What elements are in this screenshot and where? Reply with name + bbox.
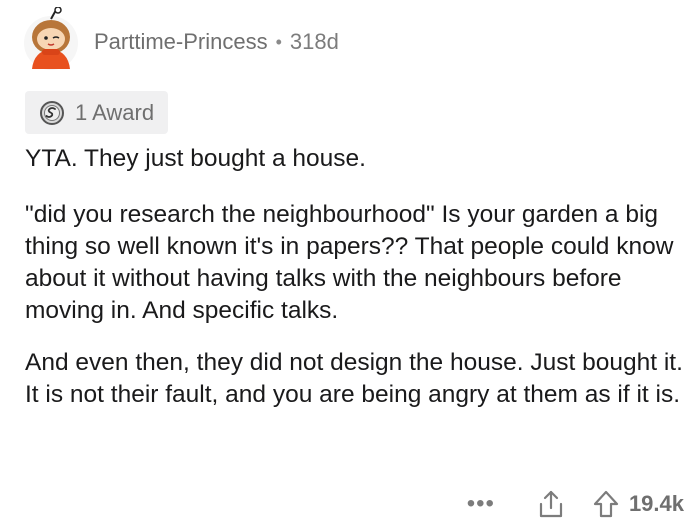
comment-paragraph: And even then, they did not design the h… <box>25 349 683 408</box>
award-badge[interactable]: 1 Award <box>25 91 169 134</box>
comment-paragraph: YTA. They just bought a house. <box>25 145 366 172</box>
comment-age: 318d <box>289 29 339 54</box>
author-line: Parttime-Princess • 318d <box>94 29 339 55</box>
vote-score: 19.4k <box>628 491 684 516</box>
avatar-icon <box>24 6 78 70</box>
comment-header: Parttime-Princess • 318d <box>22 4 339 74</box>
comment-actions: ••• 19.4k <box>467 484 684 524</box>
author-name[interactable]: Parttime-Princess <box>94 29 268 55</box>
upvote-icon[interactable] <box>593 490 619 518</box>
avatar[interactable] <box>22 6 80 71</box>
more-options-icon[interactable]: ••• <box>467 490 495 518</box>
comment-paragraph: "did you research the neighbourhood" Is … <box>25 201 674 324</box>
award-icon <box>40 100 64 125</box>
meta-separator: • <box>275 31 282 52</box>
award-label: 1 Award <box>75 99 155 125</box>
share-icon[interactable] <box>537 489 565 519</box>
comment: Parttime-Princess • 318d 1 Award YTA. Th… <box>0 0 700 528</box>
comment-body: YTA. They just bought a house. "did you … <box>25 140 685 411</box>
